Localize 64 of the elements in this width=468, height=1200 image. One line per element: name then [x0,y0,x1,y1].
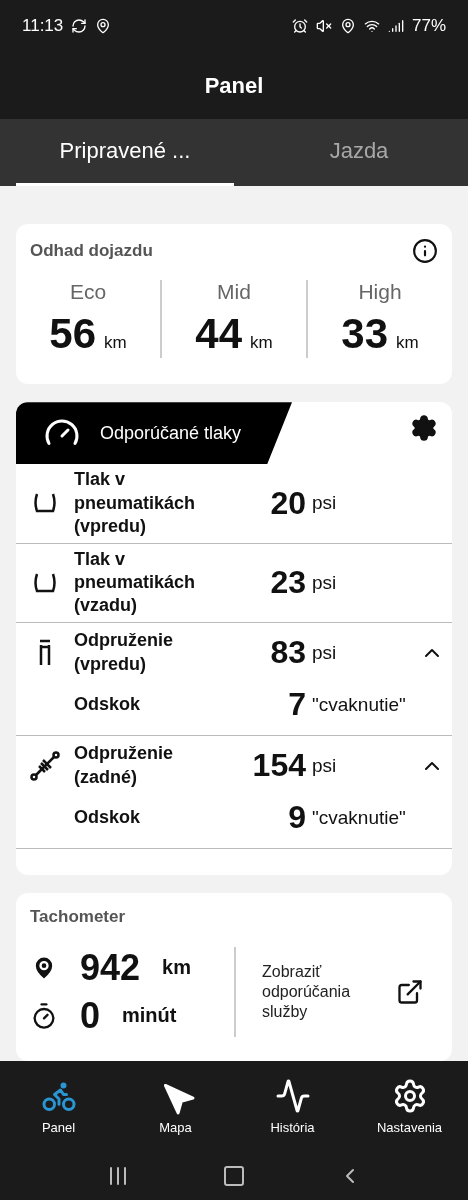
shock-icon [29,749,61,782]
row-label: Tlak v pneumatikách (vpredu) [74,468,197,539]
pressure-value: 23 [270,564,306,602]
pressure-unit: psi [312,754,337,777]
service-link[interactable]: Zobraziť odporúčania služby [262,961,382,1022]
time-value: 0 [80,994,101,1037]
rebound-unit: "cvaknutie" [312,693,406,716]
info-icon[interactable] [412,238,438,265]
distance-unit: km [162,956,191,980]
mode-label: Mid [217,280,251,305]
row-label: Odpruženie (zadné) [74,742,174,789]
range-value: 44 [195,310,242,359]
line-chart-icon [274,1078,311,1115]
mute-icon [315,18,332,35]
card-title: Odhad dojazdu [30,241,153,262]
mode-label: High [358,280,402,305]
row-label: Odskok [74,693,142,716]
home-icon[interactable] [222,1164,246,1189]
nav-label: História [270,1120,315,1136]
pressure-unit: psi [312,641,337,664]
tab[interactable]: Pripravené ... [16,118,234,187]
settings-icon[interactable] [410,414,438,443]
row-label: Tlak v pneumatikách (vzadu) [74,547,197,618]
nav-item[interactable]: História [234,1060,351,1153]
card-title: Tachometer [30,906,126,927]
distance-value: 942 [80,946,141,989]
status-time: 11:13 [22,16,64,37]
tire-icon [33,571,57,594]
nav-item[interactable]: Panel [0,1060,117,1153]
rebound-value: 7 [288,686,306,724]
pressure-unit: psi [312,492,337,515]
rebound-unit: "cvaknutie" [312,806,406,829]
screen-title: Panel [204,72,264,99]
row-label: Odskok [74,806,142,829]
sync-icon [71,18,88,35]
range-unit: km [396,333,419,354]
tab[interactable]: Jazda [250,118,468,187]
nav-item[interactable]: Nastavenia [351,1060,468,1153]
battery-level: 77% [411,16,446,37]
pressure-unit: psi [312,571,337,594]
fork-icon [38,638,52,667]
pressure-value: 20 [270,484,306,522]
time-unit: minút [122,1004,177,1028]
range-unit: km [250,333,273,354]
location-icon [339,18,356,35]
rebound-value: 9 [288,799,306,837]
tire-icon [33,492,57,515]
external-link-icon[interactable] [396,977,424,1006]
range-value: 56 [49,310,96,359]
pressure-value: 83 [270,634,306,672]
wifi-icon [363,18,380,35]
mode-label: Eco [69,280,107,305]
range-unit: km [104,333,127,354]
banner-title: Odporúčané tlaky [100,422,242,444]
signal-icon [387,18,404,35]
range-value: 33 [341,310,388,359]
row-label: Odpruženie (vpredu) [74,629,174,676]
nav-label: Mapa [159,1120,192,1136]
nav-label: Panel [41,1120,76,1136]
location-icon [95,18,112,35]
nav-item[interactable]: Mapa [117,1060,234,1153]
pressure-value: 154 [252,747,306,785]
nav-label: Nastavenia [376,1120,442,1136]
alarm-icon [291,18,308,35]
